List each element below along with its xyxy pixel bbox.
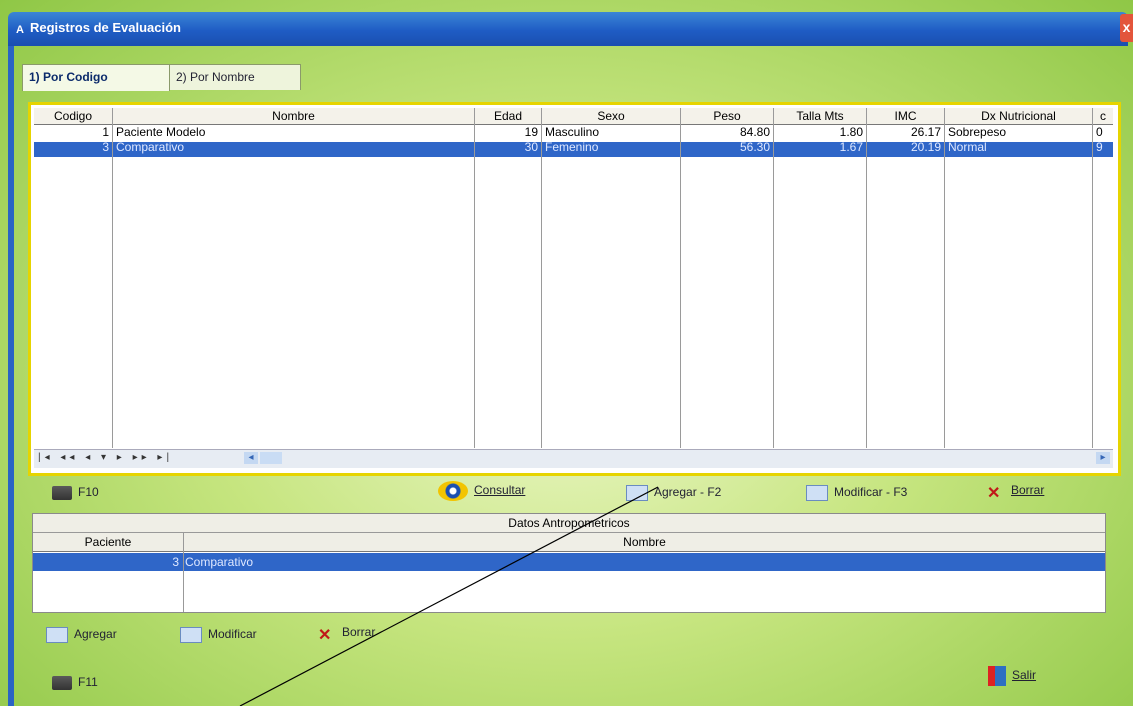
annotation-line [239, 486, 659, 706]
registros-window: A Registros de Evaluación x 1) Por Codig… [0, 0, 1133, 706]
annotation-line-stroke [239, 486, 659, 706]
